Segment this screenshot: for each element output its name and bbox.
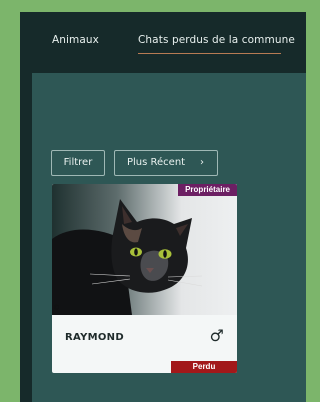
chevron-right-icon: ›	[200, 157, 204, 168]
animal-name: RAYMOND	[65, 332, 124, 343]
filter-button[interactable]: Filtrer	[51, 150, 105, 176]
status-badge: Perdu	[171, 361, 237, 373]
sort-button[interactable]: Plus Récent ›	[114, 150, 218, 176]
sort-label: Plus Récent	[127, 157, 186, 168]
male-gender-icon: ♂	[209, 326, 224, 345]
tab-chats-perdus[interactable]: Chats perdus de la commune	[138, 34, 295, 46]
content-panel: Filtrer Plus Récent › Propriétaire © RAY…	[32, 73, 306, 402]
tab-bar: Animaux Chats perdus de la commune	[20, 12, 306, 74]
cat-image	[52, 184, 237, 315]
tab-animaux[interactable]: Animaux	[52, 34, 99, 46]
cat-photo: Propriétaire ©	[52, 184, 237, 315]
copyright-icon: ©	[53, 304, 60, 312]
animal-card[interactable]: Propriétaire © RAYMOND ♂ Perdu	[52, 184, 237, 373]
active-tab-indicator	[138, 53, 281, 54]
app-window: Animaux Chats perdus de la commune Filtr…	[20, 12, 306, 402]
owner-badge: Propriétaire	[178, 184, 237, 196]
